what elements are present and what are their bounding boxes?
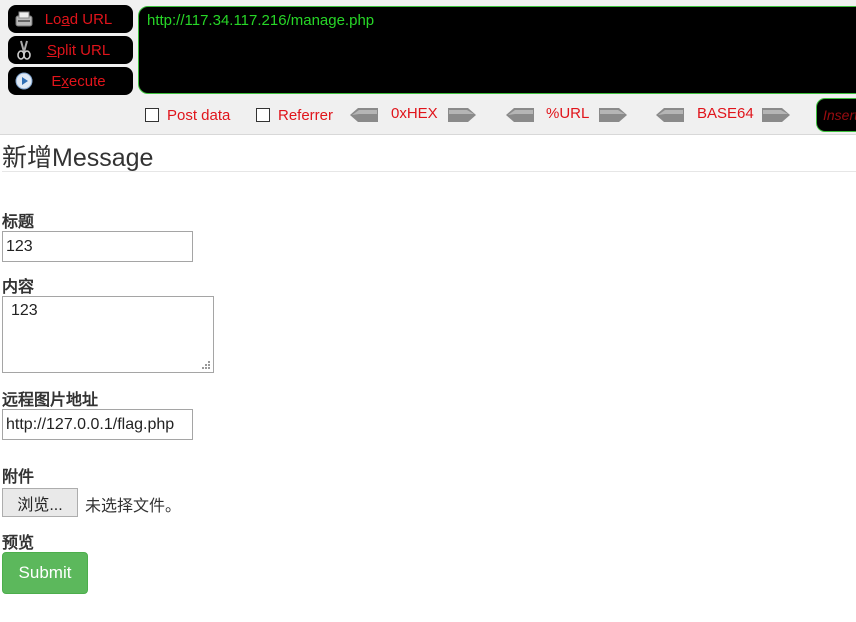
title-input[interactable]: 123 (2, 231, 193, 262)
file-status-text: 未选择文件。 (85, 498, 182, 515)
scissors-icon (14, 40, 34, 60)
hex-decode-arrow-icon[interactable] (350, 108, 378, 122)
split-url-button[interactable]: Split URL (8, 36, 133, 64)
remote-image-input[interactable]: http://127.0.0.1/flag.php (2, 409, 193, 440)
attachment-label: 附件 (2, 469, 35, 486)
execute-label: Execute (51, 72, 106, 90)
title-input-value: 123 (6, 237, 33, 255)
execute-button[interactable]: Execute (8, 67, 133, 95)
referrer-option[interactable]: Referrer (256, 105, 333, 125)
submit-button[interactable]: Submit (2, 552, 88, 594)
title-label: 标题 (2, 214, 35, 231)
url-text: http://117.34.117.216/manage.php (147, 12, 375, 29)
preview-label: 预览 (2, 535, 35, 552)
remote-image-label: 远程图片地址 (2, 392, 99, 409)
base64-decode-arrow-icon[interactable] (656, 108, 684, 122)
post-data-label: Post data (167, 106, 231, 124)
post-data-option[interactable]: Post data (145, 105, 230, 125)
post-data-checkbox[interactable] (145, 108, 159, 122)
title-divider (2, 171, 856, 172)
url-decode-arrow-icon[interactable] (506, 108, 534, 122)
load-url-label: Load URL (44, 10, 113, 28)
content-textarea-value: 123 (11, 302, 38, 319)
hex-label: 0xHEX (391, 105, 438, 122)
base64-label: BASE64 (697, 105, 754, 122)
browse-button[interactable]: 浏览... (2, 488, 78, 517)
referrer-label: Referrer (278, 106, 334, 124)
referrer-checkbox[interactable] (256, 108, 270, 122)
load-url-button[interactable]: Load URL (8, 5, 133, 33)
content-label: 内容 (2, 279, 35, 296)
split-url-label: Split URL (46, 41, 111, 59)
url-textarea[interactable]: http://117.34.117.216/manage.php (138, 6, 856, 94)
hex-encode-arrow-icon[interactable] (448, 108, 476, 122)
content-textarea[interactable]: 123 (2, 296, 214, 373)
insert-field[interactable]: Insert (816, 98, 856, 132)
submit-button-label: Submit (18, 563, 72, 582)
insert-placeholder: Insert (823, 107, 856, 123)
remote-image-value: http://127.0.0.1/flag.php (6, 415, 175, 433)
load-url-icon (14, 9, 34, 29)
page-title: 新增Message (2, 144, 154, 172)
hackbar-toolbar: Load URL Split URL Execute http://117.34… (0, 0, 856, 135)
base64-encode-arrow-icon[interactable] (762, 108, 790, 122)
play-icon (14, 71, 34, 91)
url-encode-label: %URL (546, 105, 590, 122)
resize-grip-icon[interactable] (202, 361, 211, 370)
url-encode-arrow-icon[interactable] (599, 108, 627, 122)
browse-button-label: 浏览... (17, 496, 63, 514)
